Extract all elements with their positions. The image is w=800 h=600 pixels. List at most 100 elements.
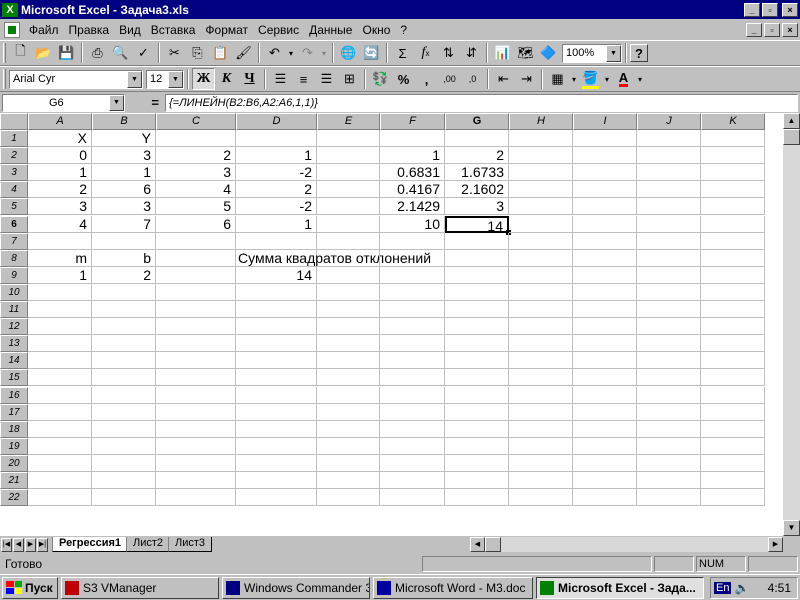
cell-I19[interactable] — [573, 438, 637, 455]
cell-H10[interactable] — [509, 284, 573, 301]
row-header-17[interactable]: 17 — [0, 404, 28, 421]
maximize-button[interactable]: ▫ — [762, 2, 778, 17]
cell-D17[interactable] — [236, 404, 317, 421]
cell-G2[interactable]: 2 — [445, 147, 509, 164]
column-header-E[interactable]: E — [317, 113, 380, 130]
scroll-down-icon[interactable]: ▼ — [783, 520, 800, 536]
cell-H6[interactable] — [509, 216, 573, 233]
cell-E20[interactable] — [317, 455, 380, 472]
cell-K19[interactable] — [701, 438, 765, 455]
workbook-icon[interactable] — [4, 21, 20, 38]
align-right-icon[interactable]: ☰ — [315, 68, 338, 90]
cell-C4[interactable]: 4 — [156, 181, 236, 198]
cell-G15[interactable] — [445, 369, 509, 386]
speaker-icon[interactable]: 🔈 — [734, 581, 749, 595]
cell-G16[interactable] — [445, 387, 509, 404]
cell-J14[interactable] — [637, 352, 701, 369]
cell-I2[interactable] — [573, 147, 637, 164]
cell-F17[interactable] — [380, 404, 445, 421]
print-preview-icon[interactable]: 🔍 — [109, 42, 132, 64]
cell-E2[interactable] — [317, 147, 380, 164]
language-indicator[interactable]: En — [714, 581, 732, 594]
cell-H16[interactable] — [509, 387, 573, 404]
increase-decimal-button[interactable]: ,00 — [438, 68, 461, 90]
cell-G14[interactable] — [445, 352, 509, 369]
cell-B8[interactable]: b — [92, 250, 156, 267]
web-toolbar-icon[interactable]: 🔄 — [360, 42, 383, 64]
cell-C1[interactable] — [156, 130, 236, 147]
cell-D6[interactable]: 1 — [236, 216, 317, 233]
sheet-tab-1[interactable]: Лист2 — [126, 537, 171, 552]
cell-J7[interactable] — [637, 233, 701, 250]
cell-F8[interactable] — [380, 250, 445, 267]
row-header-9[interactable]: 9 — [0, 267, 28, 284]
vertical-scroll-thumb[interactable] — [783, 129, 800, 145]
row-header-7[interactable]: 7 — [0, 233, 28, 250]
cell-K15[interactable] — [701, 369, 765, 386]
sheet-tab-0[interactable]: Регрессия1 — [52, 537, 128, 552]
cell-K4[interactable] — [701, 181, 765, 198]
cell-J18[interactable] — [637, 421, 701, 438]
spelling-icon[interactable]: ✓ — [132, 42, 155, 64]
cell-H17[interactable] — [509, 404, 573, 421]
cell-F12[interactable] — [380, 318, 445, 335]
cell-G11[interactable] — [445, 301, 509, 318]
cell-B13[interactable] — [92, 335, 156, 352]
cell-K20[interactable] — [701, 455, 765, 472]
cell-H14[interactable] — [509, 352, 573, 369]
cell-F6[interactable]: 10 — [380, 216, 445, 233]
edit-formula-button[interactable]: = — [125, 95, 165, 110]
undo-icon[interactable]: ↶ — [263, 42, 286, 64]
doc-restore-button[interactable]: ▫ — [764, 22, 780, 37]
cell-G19[interactable] — [445, 438, 509, 455]
vertical-scrollbar[interactable]: ▲ ▼ — [783, 113, 800, 536]
minimize-button[interactable]: _ — [744, 2, 760, 17]
cell-G13[interactable] — [445, 335, 509, 352]
copy-icon[interactable]: ⎘ — [186, 42, 209, 64]
active-cell[interactable]: 14 — [445, 216, 511, 235]
cell-H3[interactable] — [509, 164, 573, 181]
cell-B15[interactable] — [92, 369, 156, 386]
cell-I11[interactable] — [573, 301, 637, 318]
cell-B12[interactable] — [92, 318, 156, 335]
cell-K17[interactable] — [701, 404, 765, 421]
cell-F13[interactable] — [380, 335, 445, 352]
column-header-D[interactable]: D — [236, 113, 317, 130]
cell-A4[interactable]: 2 — [28, 181, 92, 198]
fill-color-dropdown-icon[interactable]: ▾ — [602, 68, 612, 90]
cell-F7[interactable] — [380, 233, 445, 250]
cell-A21[interactable] — [28, 472, 92, 489]
comma-style-button[interactable]: , — [415, 68, 438, 90]
cell-E21[interactable] — [317, 472, 380, 489]
cell-E14[interactable] — [317, 352, 380, 369]
cell-F14[interactable] — [380, 352, 445, 369]
cell-C18[interactable] — [156, 421, 236, 438]
cell-G18[interactable] — [445, 421, 509, 438]
cell-E9[interactable] — [317, 267, 380, 284]
function-wizard-icon[interactable]: fx — [414, 42, 437, 64]
cell-D1[interactable] — [236, 130, 317, 147]
first-sheet-icon[interactable]: |◀ — [1, 537, 12, 552]
percent-button[interactable]: % — [392, 68, 415, 90]
cell-A7[interactable] — [28, 233, 92, 250]
cell-E12[interactable] — [317, 318, 380, 335]
cell-F21[interactable] — [380, 472, 445, 489]
cell-F16[interactable] — [380, 387, 445, 404]
cell-J6[interactable] — [637, 216, 701, 233]
chart-wizard-icon[interactable]: 📊 — [491, 42, 514, 64]
row-header-15[interactable]: 15 — [0, 369, 28, 386]
undo-dropdown-icon[interactable]: ▾ — [286, 42, 296, 64]
cell-B2[interactable]: 3 — [92, 147, 156, 164]
font-size-dropdown-icon[interactable]: ▼ — [168, 70, 183, 88]
cell-C6[interactable]: 6 — [156, 216, 236, 233]
menu-item-8[interactable]: ? — [395, 23, 412, 37]
cell-A20[interactable] — [28, 455, 92, 472]
cell-J5[interactable] — [637, 198, 701, 215]
cell-J19[interactable] — [637, 438, 701, 455]
redo-dropdown-icon[interactable]: ▾ — [319, 42, 329, 64]
row-header-21[interactable]: 21 — [0, 472, 28, 489]
cell-C9[interactable] — [156, 267, 236, 284]
select-all-corner[interactable] — [0, 113, 28, 130]
cell-H4[interactable] — [509, 181, 573, 198]
cell-G10[interactable] — [445, 284, 509, 301]
